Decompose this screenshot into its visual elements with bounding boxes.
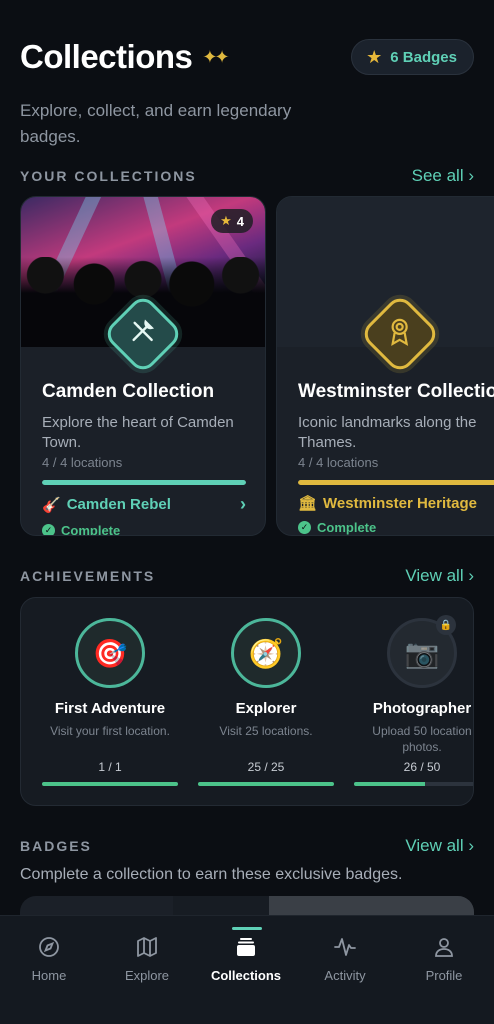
collection-reward[interactable]: 🏛 Westminster Heritage [298, 494, 494, 513]
achievement-name: First Adventure [54, 700, 166, 717]
rating-badge: ★ 4 [211, 209, 253, 233]
achievement-progress-text: 25 / 25 [247, 760, 285, 774]
nav-item-collections[interactable]: Collections [197, 934, 295, 983]
achievement-progress [42, 782, 178, 786]
nav-item-explore[interactable]: Explore [98, 934, 196, 983]
achievement-description: Upload 50 location photos. [372, 724, 472, 754]
view-all-achievements-link[interactable]: View all › [405, 566, 474, 586]
view-all-badges-link[interactable]: View all › [405, 836, 474, 856]
check-icon: ✓ [42, 524, 55, 535]
bottom-nav: Home Explore Collections Activity Profil… [0, 915, 494, 1024]
compass-icon [0, 934, 98, 960]
badges-count-button[interactable]: ★ 6 Badges [351, 39, 474, 75]
collection-count: 4 / 4 locations [298, 455, 379, 470]
check-icon: ✓ [298, 521, 311, 534]
collection-card-westminster[interactable]: Westminster Collection Iconic landmarks … [276, 196, 494, 536]
badges-section-header: BADGES View all › [20, 836, 474, 856]
collections-section-title: YOUR COLLECTIONS [20, 168, 197, 184]
header: Collections ✦✦ ★ 6 Badges Explore, colle… [20, 38, 474, 150]
nav-label: Activity [324, 968, 366, 983]
see-all-collections-link[interactable]: See all › [412, 166, 474, 186]
nav-label: Explore [124, 968, 170, 983]
achievement-icon: 🧭 [248, 637, 284, 669]
nav-item-home[interactable]: Home [0, 934, 98, 983]
nav-item-profile[interactable]: Profile [395, 934, 493, 983]
status-label: Complete [61, 523, 121, 536]
collection-reward[interactable]: 🎸 Camden Rebel › [42, 494, 246, 515]
achievements-panel: 🎯 First Adventure Visit your first locat… [20, 597, 474, 806]
activity-icon [296, 934, 394, 960]
badges-count-label: 6 Badges [390, 48, 457, 66]
achievement-progress [198, 782, 334, 786]
collection-progress [42, 480, 246, 485]
collection-card-camden[interactable]: ★ 4 Camden Collection Explore the heart … [20, 196, 266, 536]
lock-icon: 🔒 [436, 615, 456, 635]
nav-label: Home [31, 968, 67, 983]
collection-count: 4 / 4 locations [42, 455, 123, 470]
achievement-first-adventure[interactable]: 🎯 First Adventure Visit your first locat… [42, 618, 178, 786]
compass-icon: 🧭 [231, 618, 301, 688]
achievement-name: Explorer [235, 700, 297, 717]
achievements-section-title: ACHIEVEMENTS [20, 568, 156, 584]
nav-label: Collections [210, 968, 282, 983]
collections-icon [197, 934, 295, 960]
nav-label: Profile [425, 968, 463, 983]
guitar-icon: 🎸 [42, 496, 61, 514]
achievement-name: Photographer [372, 700, 472, 717]
sparkle-icon: ✦✦ [202, 46, 229, 67]
achievement-progress-text: 26 / 50 [403, 760, 441, 774]
badges-description: Complete a collection to earn these excl… [20, 866, 403, 883]
collection-progress [298, 480, 494, 485]
achievement-progress [354, 782, 473, 786]
collection-description: Explore the heart of Camden Town. [42, 414, 234, 451]
collection-name: Westminster Collection [298, 381, 494, 402]
page-title: Collections ✦✦ [20, 38, 230, 76]
achievement-explorer[interactable]: 🧭 Explorer Visit 25 locations. 25 / 25 [198, 618, 334, 786]
page-title-text: Collections [20, 38, 193, 75]
star-icon: ★ [366, 46, 383, 67]
landmark-icon: 🏛 [298, 495, 318, 512]
achievement-progress-text: 1 / 1 [98, 760, 122, 774]
achievement-photographer[interactable]: 📷 🔒 Photographer Upload 50 location phot… [354, 615, 473, 786]
map-icon [98, 934, 196, 960]
tools-icon [128, 316, 158, 353]
target-icon: 🎯 [75, 618, 145, 688]
collections-section-header: YOUR COLLECTIONS See all › [20, 166, 474, 186]
award-ribbon-icon [387, 316, 413, 353]
status-label: Complete [317, 520, 377, 535]
collection-name: Camden Collection [42, 381, 215, 402]
reward-name: Camden Rebel [66, 496, 171, 513]
achievement-description: Visit your first location. [50, 724, 170, 738]
achievement-icon: 🎯 [92, 637, 128, 669]
achievement-icon: 📷 [404, 637, 440, 669]
camera-icon: 📷 🔒 [387, 615, 457, 688]
badges-section-title: BADGES [20, 838, 92, 854]
collection-status: ✓ Complete [42, 523, 262, 536]
star-icon: ★ [220, 213, 232, 228]
active-tab-indicator [232, 927, 262, 930]
reward-name: Westminster Heritage [323, 494, 477, 512]
collection-description: Iconic landmarks along the Thames. [298, 414, 477, 451]
chevron-right-icon: › [240, 494, 246, 514]
achievements-section-header: ACHIEVEMENTS View all › [20, 566, 474, 586]
profile-icon [395, 934, 493, 960]
collection-status: ✓ Complete [298, 520, 494, 535]
nav-item-activity[interactable]: Activity [296, 934, 394, 983]
page-subtitle: Explore, collect, and earn legendary bad… [20, 101, 292, 146]
rating-value: 4 [236, 213, 244, 229]
achievement-description: Visit 25 locations. [219, 724, 313, 738]
